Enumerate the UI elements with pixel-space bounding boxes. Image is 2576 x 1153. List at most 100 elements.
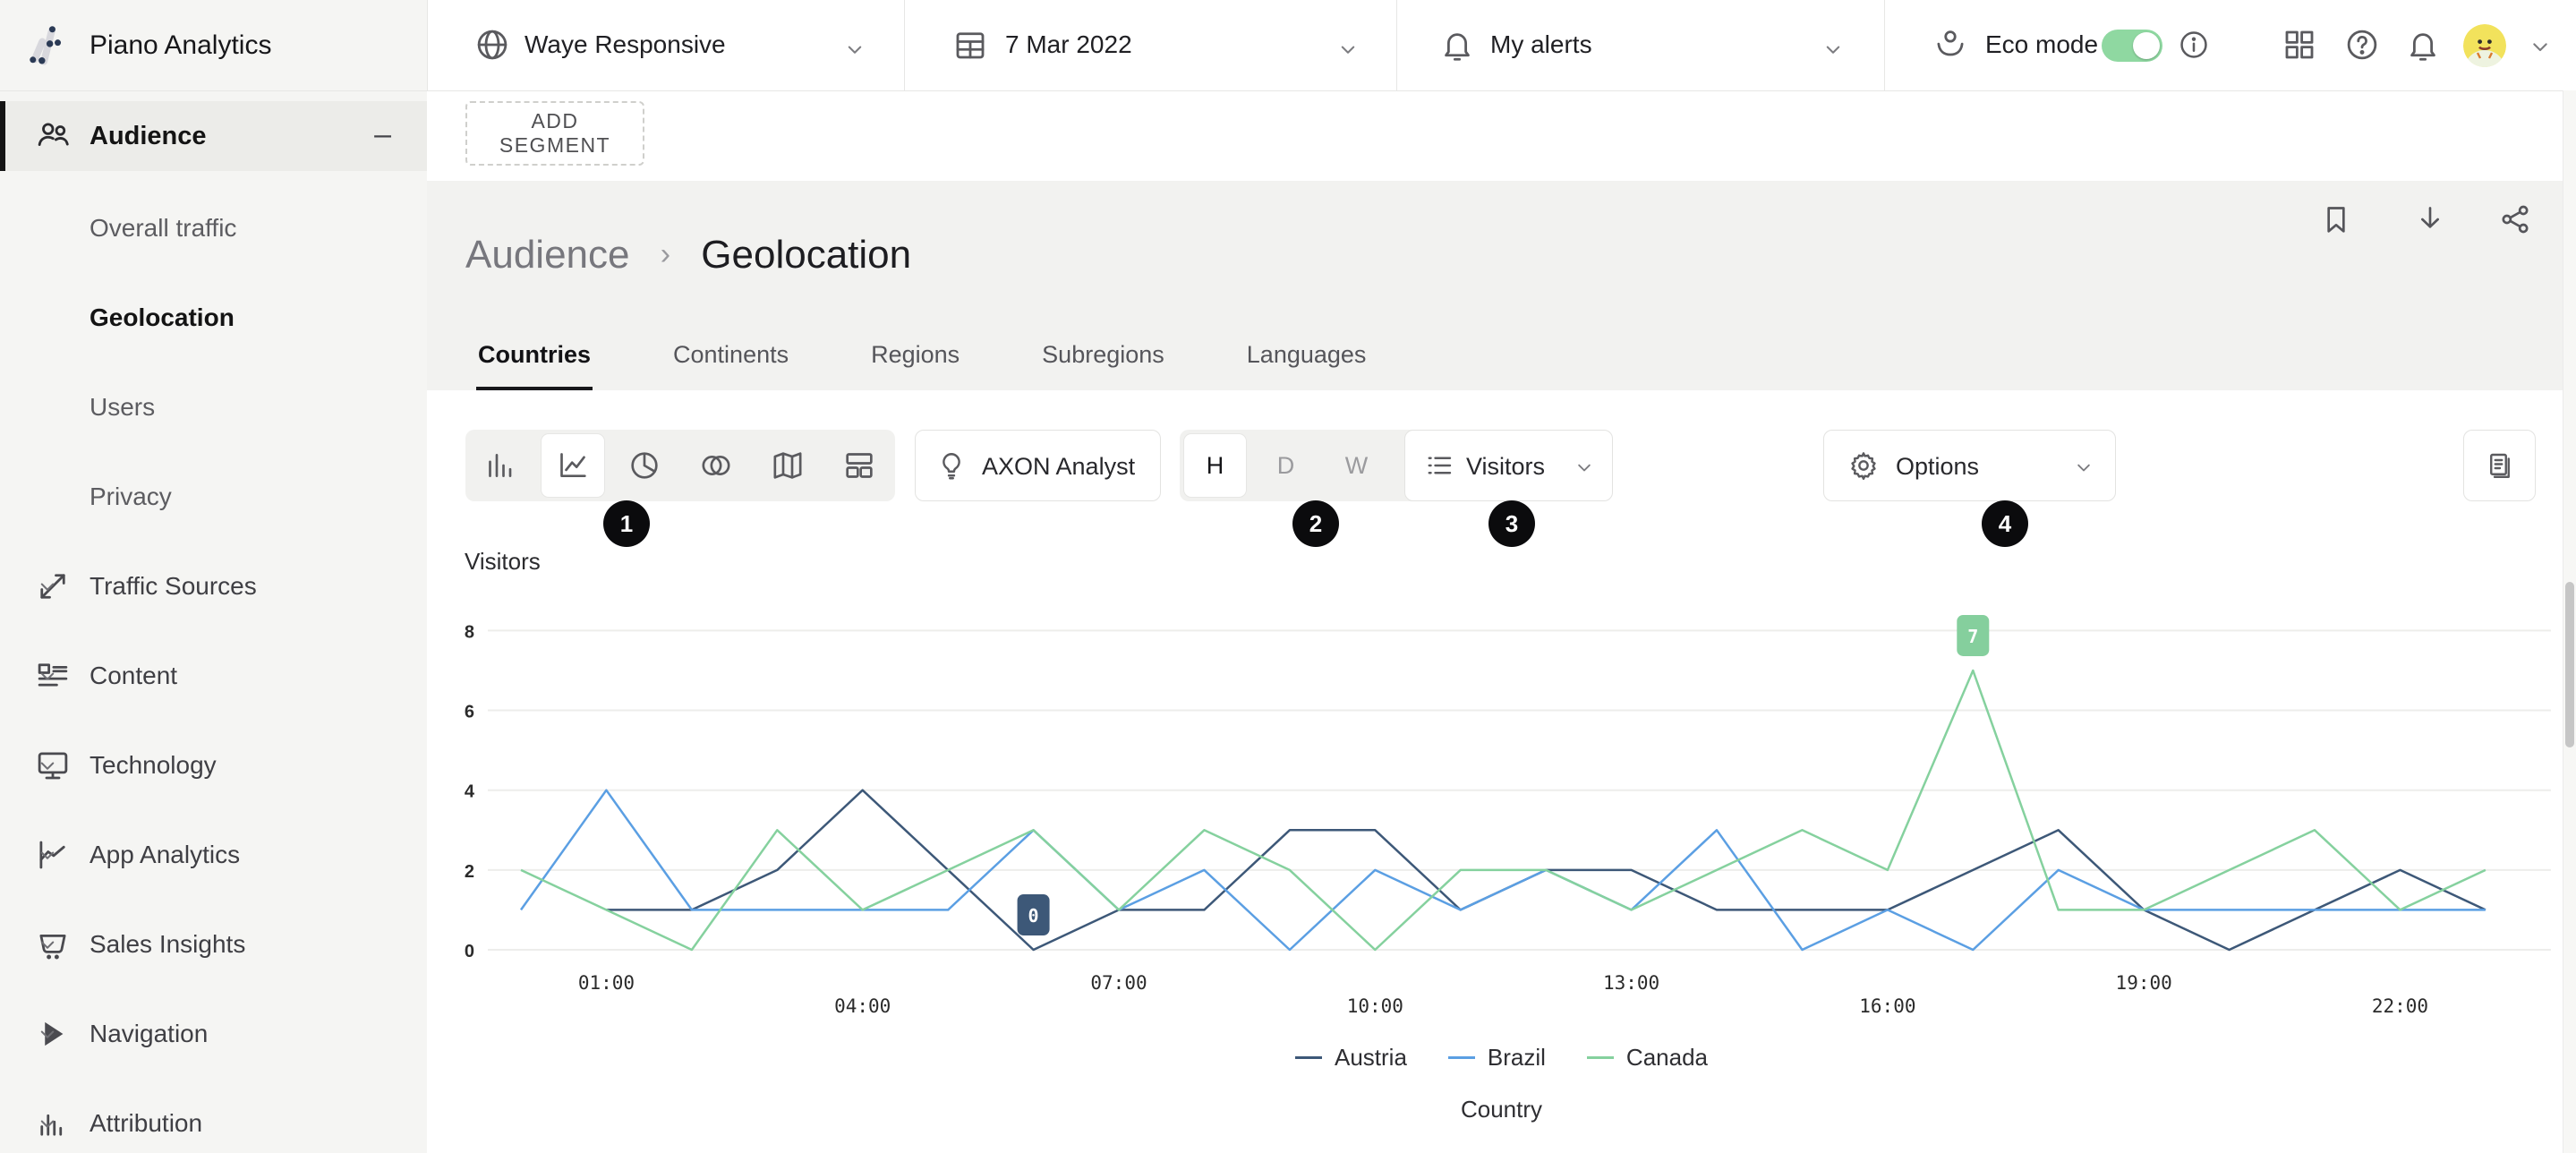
doc-report-icon [2484,449,2516,482]
scrollbar-thumb[interactable] [2565,582,2574,747]
step-badge-1: 1 [603,500,650,547]
audience-people-icon [34,117,72,155]
eco-mode-toggle[interactable] [2102,30,2162,62]
line-chart-svg: 0246801:0004:0007:0010:0013:0016:0019:00… [448,573,2576,1038]
site-selector-label: Waye Responsive [525,30,726,59]
collapse-minus-icon[interactable]: – [374,117,391,152]
chart-type-switcher [465,430,895,501]
breadcrumb-separator: › [661,237,670,271]
breadcrumb: Audience › Geolocation [465,233,911,278]
segment-strip: ADD SEGMENT [427,90,2576,181]
pie-chart-view-button[interactable] [609,430,680,501]
sidebar-item-attribution[interactable]: Attribution [0,1088,427,1153]
y-tick-label: 8 [465,622,474,642]
notifications-bell-icon[interactable] [2404,26,2442,64]
legend-swatch [1295,1056,1322,1059]
report-view-button[interactable] [2463,430,2536,501]
chevron-down-icon [34,841,61,868]
calendar-icon [951,26,989,64]
sidebar-item-label: Traffic Sources [90,572,257,601]
breadcrumb-audience[interactable]: Audience [465,233,629,277]
sidebar-item-app-analytics[interactable]: App Analytics [0,819,427,891]
dashboard-view-button[interactable] [823,430,895,501]
list-icon [1423,449,1455,482]
sidebar-item-label: Audience [90,122,207,151]
legend-item-brazil[interactable]: Brazil [1448,1044,1546,1072]
venn-diagram-icon [698,448,734,483]
app-title: Piano Analytics [90,30,271,61]
lightbulb-icon [935,449,968,482]
help-icon[interactable] [2343,26,2381,64]
plant-icon [1932,26,1969,64]
apps-grid-icon[interactable] [2281,26,2318,64]
site-selector[interactable]: Waye Responsive [427,0,905,90]
x-tick-label: 13:00 [1603,972,1659,994]
axon-analyst-label: AXON Analyst [982,453,1135,481]
sidebar-item-navigation[interactable]: Navigation [0,998,427,1070]
granularity-d[interactable]: D [1250,430,1321,501]
sidebar-item-sales-insights[interactable]: Sales Insights [0,909,427,980]
y-tick-label: 6 [465,703,474,722]
x-tick-label: 01:00 [578,972,635,994]
page-scrollbar[interactable] [2563,90,2576,1153]
map-icon [770,448,806,483]
bar-chart-view-button[interactable] [465,430,537,501]
options-selector[interactable]: Options [1823,430,2116,501]
line-chart-icon [555,448,591,483]
axon-analyst-button[interactable]: AXON Analyst [915,430,1161,501]
sidebar-item-audience[interactable]: Audience – [0,101,427,171]
share-icon[interactable] [2497,201,2533,237]
sidebar-item-users[interactable]: Users [90,380,155,434]
sidebar-item-traffic-sources[interactable]: Traffic Sources [0,551,427,622]
line-chart-view-button[interactable] [542,434,604,497]
x-tick-label: 22:00 [2372,995,2428,1017]
alerts-selector[interactable]: My alerts [1396,0,1885,90]
tab-regions[interactable]: Regions [869,341,961,390]
metric-selector-label: Visitors [1466,453,1545,481]
tab-languages[interactable]: Languages [1245,341,1369,390]
legend-item-austria[interactable]: Austria [1295,1044,1407,1072]
chevron-down-icon [34,573,61,600]
eco-mode-label: Eco mode [1985,30,2098,59]
piano-analytics-app: Piano Analytics Waye Responsive 7 Mar 20… [0,0,2576,1153]
x-tick-label: 19:00 [2116,972,2172,994]
granularity-w[interactable]: W [1321,430,1392,501]
x-tick-label: 16:00 [1859,995,1915,1017]
tab-continents[interactable]: Continents [671,341,790,390]
tab-subregions[interactable]: Subregions [1040,341,1166,390]
legend-label: Brazil [1488,1044,1546,1072]
sidebar-item-technology[interactable]: Technology [0,730,427,801]
venn-diagram-view-button[interactable] [680,430,752,501]
step-badge-3: 3 [1488,500,1535,547]
legend-label: Canada [1626,1044,1708,1072]
sidebar-item-geolocation[interactable]: Geolocation [90,291,235,345]
metric-selector[interactable]: Visitors [1404,430,1613,501]
bell-icon [1438,26,1476,64]
series-line-canada [521,670,2486,950]
info-icon[interactable] [2177,28,2211,62]
y-tick-label: 4 [465,782,475,802]
chevron-down-icon [34,752,61,779]
sidebar-item-privacy[interactable]: Privacy [90,470,172,524]
date-selector[interactable]: 7 Mar 2022 [904,0,1397,90]
granularity-h[interactable]: H [1184,434,1246,497]
eco-mode-section: Eco mode [1884,0,2221,90]
chevron-down-icon[interactable] [2526,32,2555,61]
sidebar-item-label: Attribution [90,1109,202,1138]
add-segment-button[interactable]: ADD SEGMENT [465,101,644,166]
step-badge-4: 4 [1982,500,2028,547]
visitors-line-chart[interactable]: 0246801:0004:0007:0010:0013:0016:0019:00… [448,573,2576,1038]
chart-dimension-title: Country [427,1096,2576,1123]
tab-countries[interactable]: Countries [476,341,593,390]
y-axis-title: Visitors [465,548,541,576]
map-view-button[interactable] [752,430,823,501]
sidebar-item-content[interactable]: Content [0,640,427,712]
sidebar-item-label: Content [90,662,177,690]
bookmark-icon[interactable] [2318,201,2354,237]
legend-item-canada[interactable]: Canada [1587,1044,1708,1072]
page-title: Geolocation [701,233,911,277]
top-bar: Piano Analytics Waye Responsive 7 Mar 20… [0,0,2576,91]
user-avatar[interactable] [2463,24,2506,67]
download-icon[interactable] [2412,201,2448,237]
sidebar-item-overall-traffic[interactable]: Overall traffic [90,201,236,255]
